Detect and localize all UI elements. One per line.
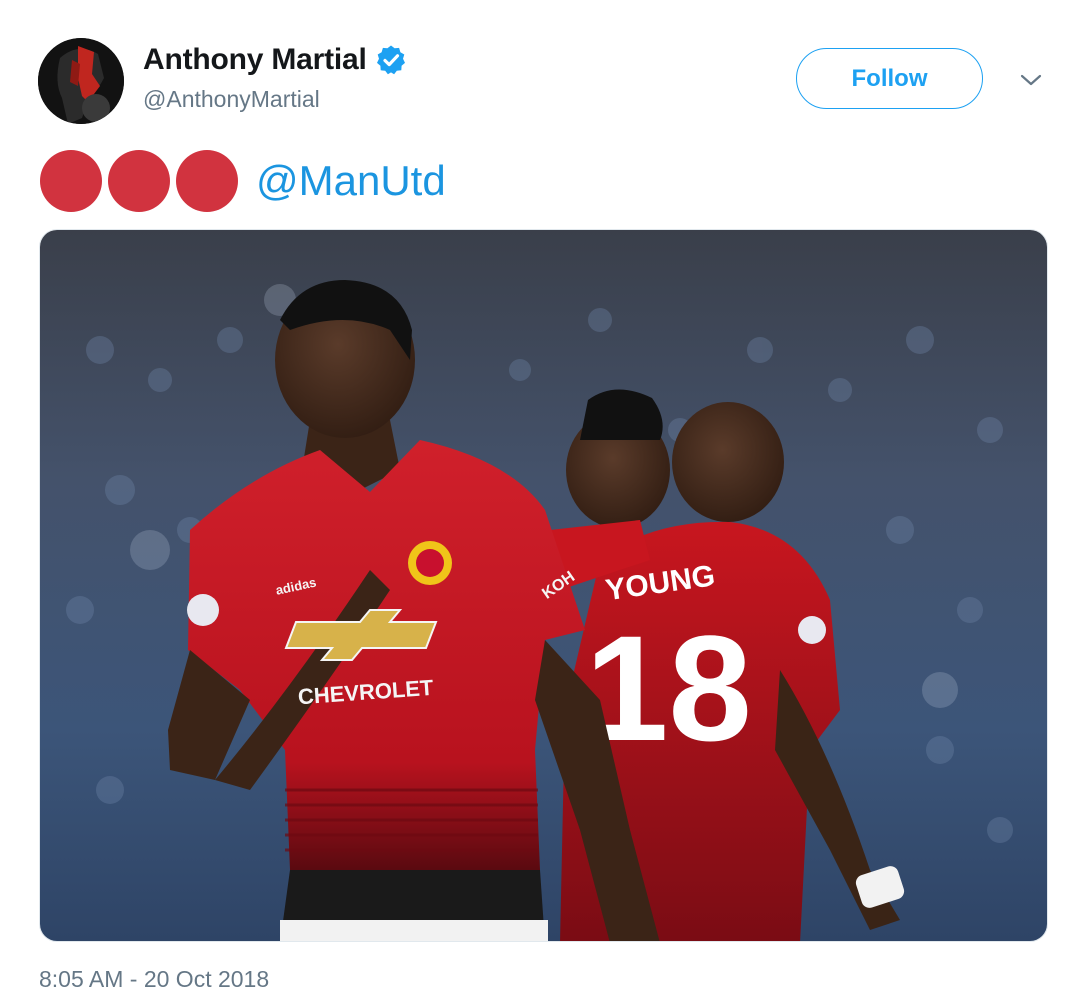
follow-button[interactable]: Follow [796,48,983,109]
author-display-name[interactable]: Anthony Martial [143,43,367,77]
chevron-down-icon[interactable] [1018,70,1044,90]
tweet-timestamp[interactable]: 8:05 AM - 20 Oct 2018 [39,966,269,993]
red-circle-emoji-icon [108,150,170,212]
red-circle-emoji-icon [40,150,102,212]
tweet-photo[interactable]: YOUNG 18 CHEVROLET adidas KOH [39,229,1048,942]
avatar-image [38,38,124,124]
tweet-text: @ManUtd [40,148,446,214]
author-avatar[interactable] [38,38,124,124]
author-name-row[interactable]: Anthony Martial [143,40,407,80]
author-handle[interactable]: @AnthonyMartial [143,86,320,113]
mention-link[interactable]: @ManUtd [256,160,446,202]
red-circle-emoji-icon [176,150,238,212]
tweet-photo-illustration: YOUNG 18 CHEVROLET adidas KOH [40,230,1047,941]
verified-badge-icon [375,44,407,76]
